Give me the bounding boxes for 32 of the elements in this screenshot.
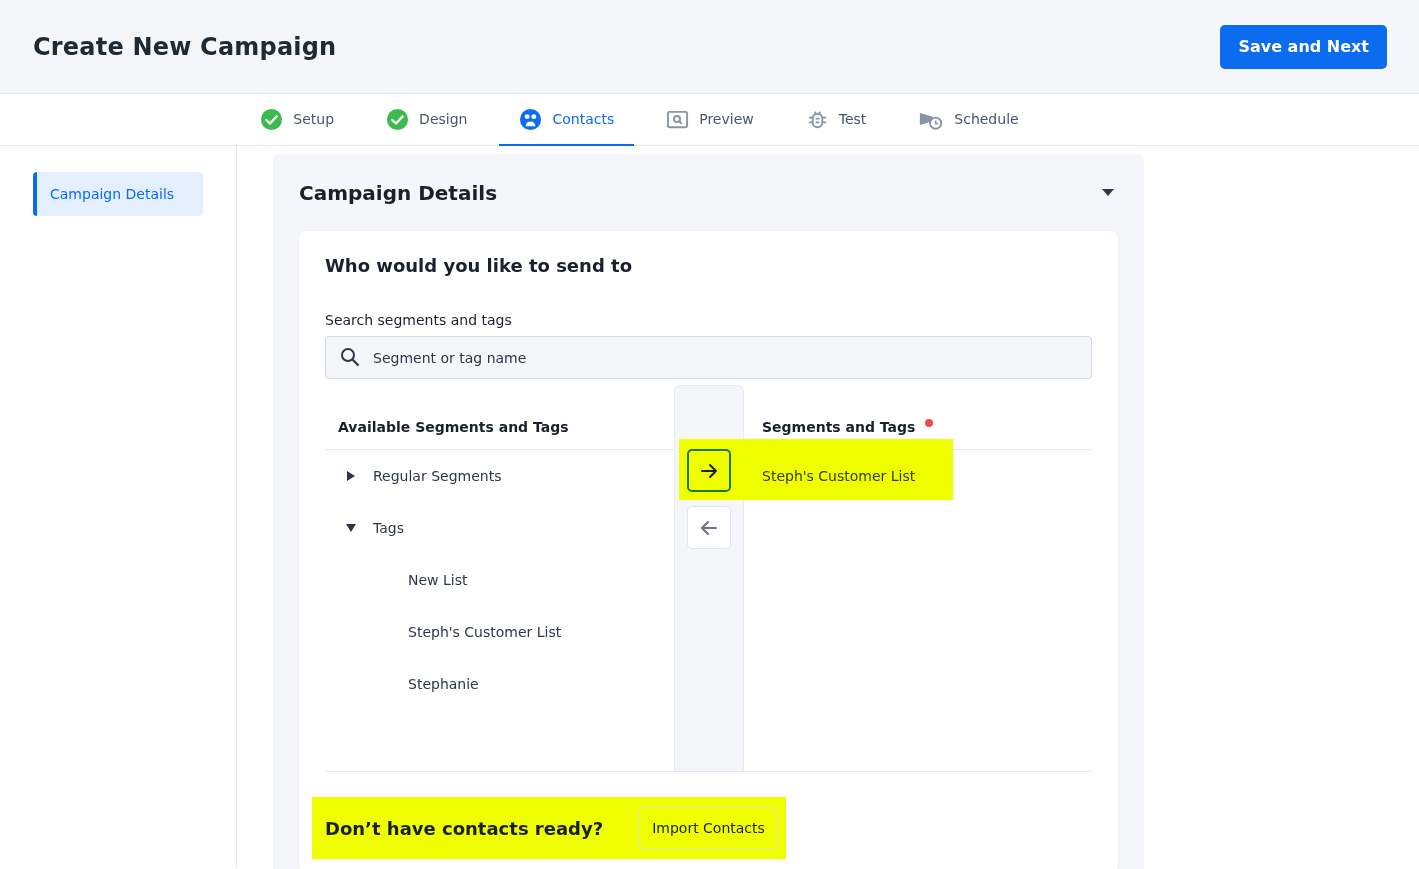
- caret-icon: [1102, 188, 1114, 197]
- step-tab[interactable]: Contacts: [499, 94, 635, 146]
- page-title: Create New Campaign: [33, 32, 337, 61]
- card-heading: Who would you like to send to: [325, 255, 633, 276]
- step-tab[interactable]: Preview: [646, 94, 774, 146]
- tree-item[interactable]: New List: [408, 572, 468, 588]
- move-right-button[interactable]: [687, 449, 731, 492]
- people-icon: [519, 107, 543, 131]
- step-tab[interactable]: Test: [785, 94, 887, 146]
- check-circle-icon: [260, 107, 284, 131]
- tree-item[interactable]: Stephanie: [408, 676, 479, 692]
- tree-item[interactable]: Regular Segments: [373, 468, 502, 484]
- search-label: Search segments and tags: [325, 312, 513, 328]
- import-prompt: Don’t have contacts ready?: [325, 817, 604, 839]
- search-field[interactable]: Segment or tag name: [325, 336, 1092, 379]
- save-and-next-button[interactable]: Save and Next: [1220, 24, 1387, 69]
- caret-icon: [346, 524, 356, 532]
- check-circle-icon: [386, 107, 410, 131]
- tree-item[interactable]: Steph's Customer List: [408, 624, 562, 640]
- column-heading: Segments and Tags: [762, 419, 916, 435]
- sidebar-item[interactable]: Campaign Details: [33, 172, 203, 216]
- column-heading: Available Segments and Tags: [338, 419, 569, 435]
- tree-item[interactable]: Tags: [373, 520, 404, 536]
- step-tab[interactable]: Setup: [240, 94, 355, 146]
- search-icon: [340, 347, 360, 367]
- move-left-button[interactable]: [687, 506, 731, 549]
- caret-icon: [347, 471, 355, 481]
- section-title: Campaign Details: [299, 180, 498, 205]
- import-contacts-button[interactable]: Import Contacts: [639, 806, 778, 850]
- step-tab[interactable]: Schedule: [898, 94, 1039, 146]
- selected-list-item[interactable]: Steph's Customer List: [744, 450, 952, 502]
- step-tab[interactable]: Design: [366, 94, 488, 146]
